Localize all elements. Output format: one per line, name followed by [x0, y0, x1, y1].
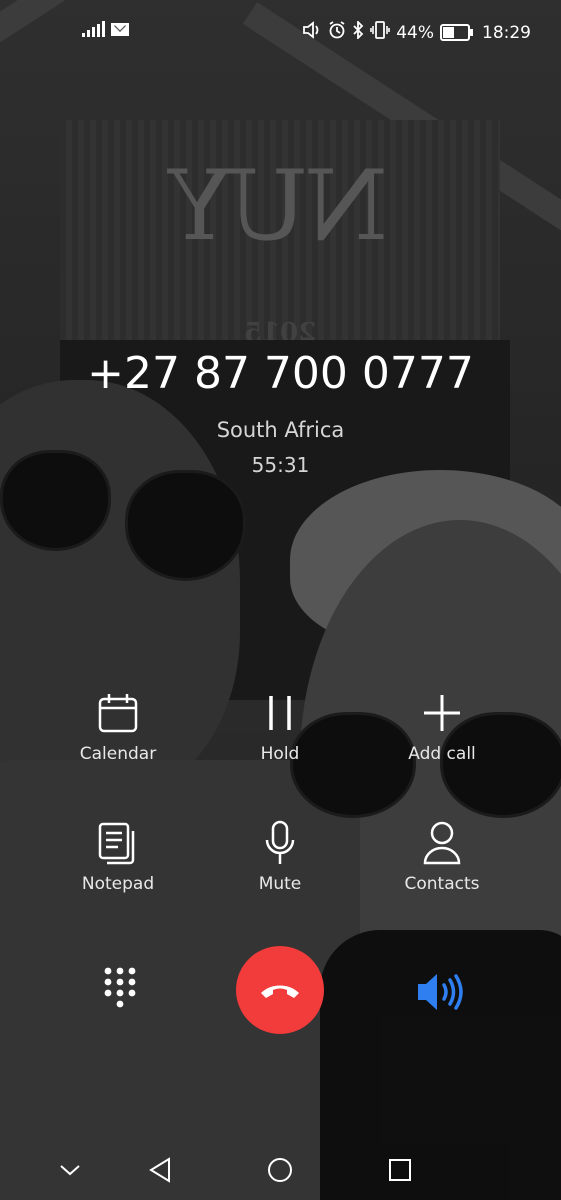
plus-icon	[367, 688, 517, 738]
vibrate-icon	[370, 21, 391, 44]
microphone-icon	[205, 818, 355, 868]
hold-button[interactable]: Hold	[205, 688, 355, 764]
calendar-button[interactable]: Calendar	[43, 688, 193, 764]
signal-icon	[82, 21, 105, 37]
hold-label: Hold	[260, 744, 300, 764]
back-triangle-icon	[149, 1157, 170, 1183]
speaker-icon	[418, 974, 463, 1010]
notepad-icon	[43, 818, 193, 868]
chevron-down-icon	[60, 1165, 80, 1176]
contacts-button[interactable]: Contacts	[367, 818, 517, 894]
home-circle-icon	[268, 1158, 292, 1182]
bluetooth-icon	[352, 19, 364, 44]
dialpad-button[interactable]	[98, 964, 142, 1014]
mail-icon	[111, 22, 129, 36]
end-call-button[interactable]	[236, 946, 324, 1034]
battery-icon	[440, 24, 473, 41]
hangup-icon	[261, 985, 299, 998]
caller-number: +27 87 700 0777	[87, 348, 474, 399]
recents-button[interactable]	[380, 1152, 420, 1188]
battery-percent: 44%	[396, 22, 434, 43]
notepad-label: Notepad	[81, 874, 155, 894]
navigation-bar	[0, 1140, 561, 1200]
caller-location: South Africa	[216, 418, 345, 442]
add-call-label: Add call	[408, 744, 476, 764]
alarm-icon	[328, 21, 346, 44]
speaker-button[interactable]	[414, 970, 468, 1014]
dialpad-icon	[104, 967, 136, 1008]
volume-icon	[302, 21, 322, 44]
contacts-label: Contacts	[404, 874, 480, 894]
pause-icon	[205, 688, 355, 738]
call-duration: 55:31	[251, 453, 310, 477]
home-button[interactable]	[260, 1152, 300, 1188]
notepad-button[interactable]: Notepad	[43, 818, 193, 894]
add-call-button[interactable]: Add call	[367, 688, 517, 764]
calendar-icon	[43, 688, 193, 738]
recents-square-icon	[389, 1159, 411, 1181]
status-bar: 44% 18:29	[0, 18, 561, 46]
back-button[interactable]	[140, 1152, 180, 1188]
person-icon	[367, 818, 517, 868]
calendar-label: Calendar	[79, 744, 157, 764]
status-time: 18:29	[482, 22, 531, 43]
mute-label: Mute	[258, 874, 302, 894]
mute-button[interactable]: Mute	[205, 818, 355, 894]
collapse-nav-button[interactable]	[50, 1152, 90, 1188]
